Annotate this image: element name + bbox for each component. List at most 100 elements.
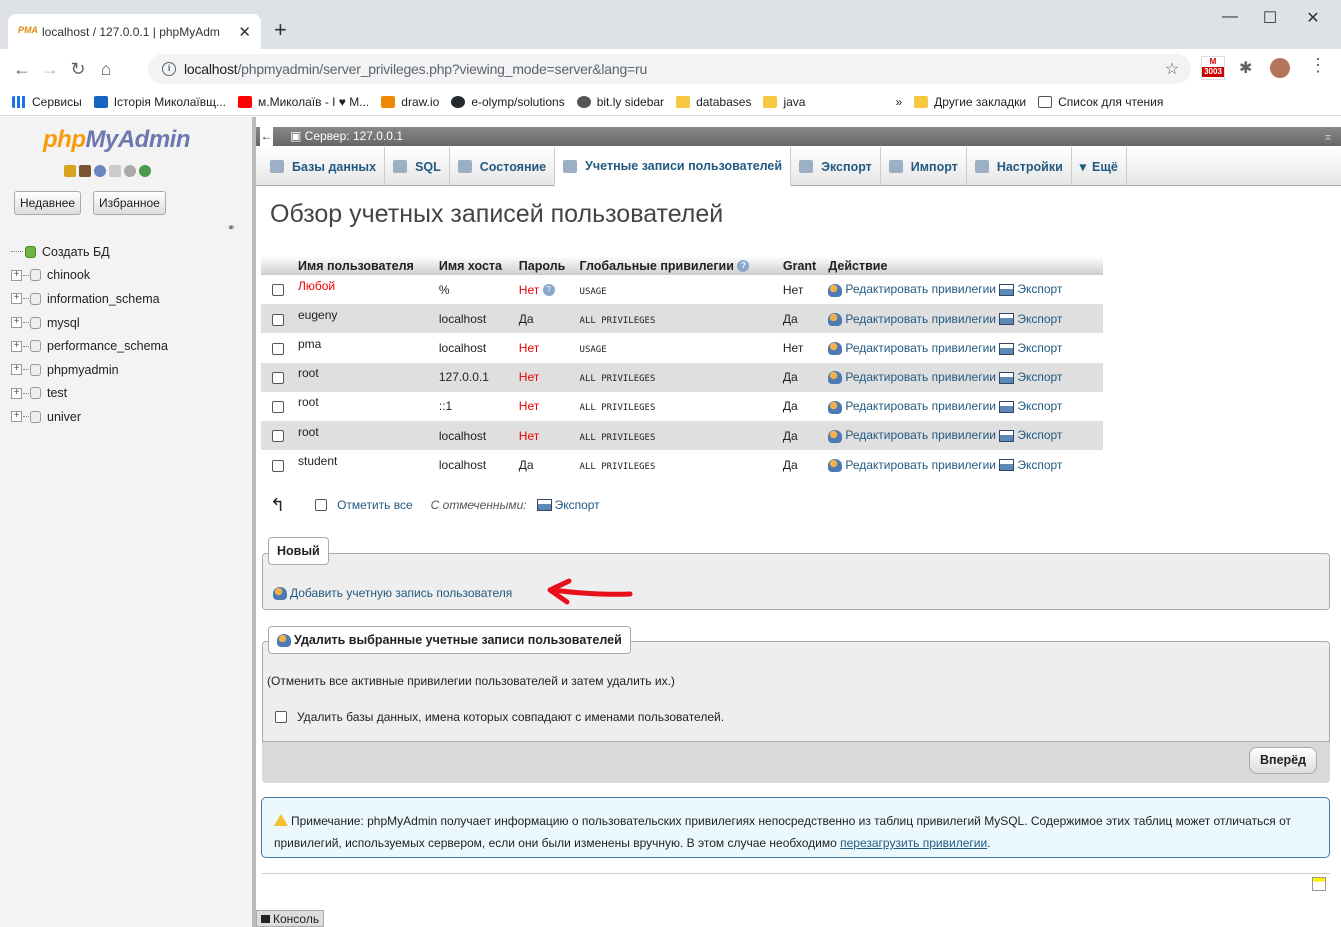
edit-privileges-link[interactable]: Редактировать привилегии	[828, 399, 996, 414]
bookmark-services[interactable]: Сервисы	[12, 95, 82, 109]
row-checkbox[interactable]	[272, 313, 284, 326]
help-icon[interactable]: ?	[737, 260, 750, 273]
row-checkbox[interactable]	[272, 430, 284, 443]
expand-icon[interactable]: +	[11, 387, 22, 399]
row-checkbox[interactable]	[272, 459, 284, 472]
db-item[interactable]: + mysql	[11, 311, 168, 335]
bookmark-other[interactable]: Другие закладки	[914, 95, 1026, 109]
add-user-link[interactable]: Добавить учетную запись пользователя	[273, 586, 512, 600]
reload-nav-icon[interactable]	[139, 165, 151, 177]
close-tab-icon[interactable]: ✕	[238, 23, 251, 41]
home-icon[interactable]: ⌂	[92, 59, 120, 80]
reload-icon[interactable]: ↻	[64, 59, 92, 80]
col-grant[interactable]: Grant	[779, 256, 826, 275]
gmail-extension-icon[interactable]: M 3003	[1201, 56, 1225, 80]
check-all-checkbox[interactable]	[315, 499, 328, 511]
expand-icon[interactable]: +	[11, 269, 22, 281]
bookmark-drawio[interactable]: draw.io	[381, 95, 439, 109]
row-checkbox[interactable]	[272, 342, 284, 355]
export-user-link[interactable]: Экспорт	[999, 458, 1062, 472]
row-checkbox[interactable]	[272, 284, 284, 297]
edit-privileges-link[interactable]: Редактировать привилегии	[828, 312, 996, 326]
db-item[interactable]: + information_schema	[11, 287, 168, 311]
minimize-icon[interactable]: —	[1210, 8, 1250, 26]
row-checkbox[interactable]	[272, 401, 284, 414]
db-item[interactable]: + test	[11, 382, 168, 406]
close-window-icon[interactable]: ✕	[1293, 8, 1333, 28]
bookmark-java[interactable]: java	[763, 95, 805, 109]
collapse-nav-icon[interactable]: ←	[260, 127, 273, 146]
tab-databases[interactable]: Базы данных	[262, 147, 386, 186]
row-checkbox[interactable]	[272, 371, 284, 384]
export-user-link[interactable]: Экспорт	[999, 428, 1062, 442]
bookmark-youtube[interactable]: м.Миколаїв - I ♥ M...	[238, 95, 369, 109]
back-icon[interactable]: ←	[8, 59, 36, 80]
col-username[interactable]: Имя пользователя	[295, 256, 436, 275]
bookmark-eolymp[interactable]: e-olymp/solutions	[451, 95, 565, 109]
link-icon[interactable]: ⚭	[227, 223, 235, 234]
server-label[interactable]: ▣ Сервер: 127.0.0.1	[290, 127, 403, 146]
edit-privileges-link[interactable]: Редактировать привилегии	[828, 458, 996, 472]
expand-icon[interactable]: +	[11, 317, 22, 329]
tab-settings[interactable]: Настройки	[967, 147, 1072, 186]
col-password[interactable]: Пароль	[515, 256, 577, 275]
tab-export[interactable]: Экспорт	[791, 147, 881, 186]
bookmark-databases[interactable]: databases	[676, 95, 751, 109]
db-item[interactable]: + phpmyadmin	[11, 358, 168, 382]
console-button[interactable]: Консоль	[256, 910, 325, 927]
go-button[interactable]: Вперёд	[1249, 747, 1318, 774]
tab-import[interactable]: Импорт	[881, 147, 967, 186]
tab-status[interactable]: Состояние	[450, 147, 556, 186]
pma-logo[interactable]: phpMyAdmin	[43, 126, 190, 154]
page-settings-icon[interactable]	[1312, 877, 1326, 891]
db-item[interactable]: + univer	[11, 405, 168, 429]
extensions-icon[interactable]: ✱	[1239, 58, 1252, 78]
check-all-label[interactable]: Отметить все	[337, 498, 413, 512]
expand-icon[interactable]: +	[11, 340, 22, 352]
profile-avatar[interactable]	[1270, 58, 1290, 78]
forward-icon[interactable]: →	[36, 59, 64, 80]
edit-privileges-link[interactable]: Редактировать привилегии	[828, 428, 996, 443]
recent-button[interactable]: Недавнее	[14, 191, 82, 215]
edit-privileges-link[interactable]: Редактировать привилегии	[828, 370, 996, 385]
tab-sql[interactable]: SQL	[385, 147, 450, 186]
export-user-link[interactable]: Экспорт	[999, 341, 1062, 355]
drop-db-checkbox[interactable]	[275, 711, 287, 723]
maximize-icon[interactable]: ☐	[1250, 8, 1290, 28]
export-user-link[interactable]: Экспорт	[999, 282, 1062, 296]
expand-icon[interactable]: +	[11, 411, 22, 423]
db-item[interactable]: + performance_schema	[11, 334, 168, 358]
help-icon[interactable]: ?	[542, 284, 555, 297]
export-user-link[interactable]: Экспорт	[999, 370, 1062, 384]
expand-icon[interactable]: +	[11, 293, 22, 305]
address-bar[interactable]: i localhost/phpmyadmin/server_privileges…	[148, 54, 1191, 84]
info-icon[interactable]: i	[162, 62, 176, 76]
bookmark-history[interactable]: Історія Миколаївщ...	[93, 95, 226, 109]
edit-privileges-link[interactable]: Редактировать привилегии	[828, 341, 996, 356]
export-selected-button[interactable]: Экспорт	[555, 498, 600, 512]
db-item[interactable]: + chinook	[11, 264, 168, 288]
browser-tab[interactable]: PMA localhost / 127.0.0.1 | phpMyAdm ✕	[8, 14, 261, 49]
reload-privileges-link[interactable]: перезагрузить привилегии	[840, 836, 987, 850]
tab-user-accounts[interactable]: Учетные записи пользователей	[555, 147, 792, 186]
edit-privileges-link[interactable]: Редактировать привилегии	[828, 282, 996, 297]
expand-icon[interactable]: +	[11, 364, 22, 376]
col-privileges[interactable]: Глобальные привилегии ?	[576, 256, 780, 275]
drop-db-option[interactable]: Удалить базы данных, имена которых совпа…	[275, 710, 724, 724]
settings-icon[interactable]	[124, 165, 136, 177]
browser-menu-icon[interactable]: ⋮	[1309, 55, 1327, 76]
new-tab-icon[interactable]: +	[274, 19, 287, 41]
bookmarks-more[interactable]: »	[895, 95, 902, 109]
scroll-top-icon[interactable]: ⌅	[1323, 127, 1333, 146]
create-db-item[interactable]: Создать БД	[11, 240, 168, 264]
logout-icon[interactable]	[79, 165, 91, 177]
home-icon[interactable]	[64, 165, 76, 177]
col-hostname[interactable]: Имя хоста	[435, 256, 516, 275]
tab-more[interactable]: ▾ Ещё	[1072, 147, 1127, 186]
docs-icon[interactable]	[109, 165, 121, 177]
favorites-button[interactable]: Избранное	[93, 191, 166, 215]
export-user-link[interactable]: Экспорт	[999, 399, 1062, 413]
reading-list[interactable]: Список для чтения	[1038, 95, 1163, 109]
bookmark-bitly[interactable]: bit.ly sidebar	[576, 95, 664, 109]
export-user-link[interactable]: Экспорт	[999, 312, 1062, 326]
